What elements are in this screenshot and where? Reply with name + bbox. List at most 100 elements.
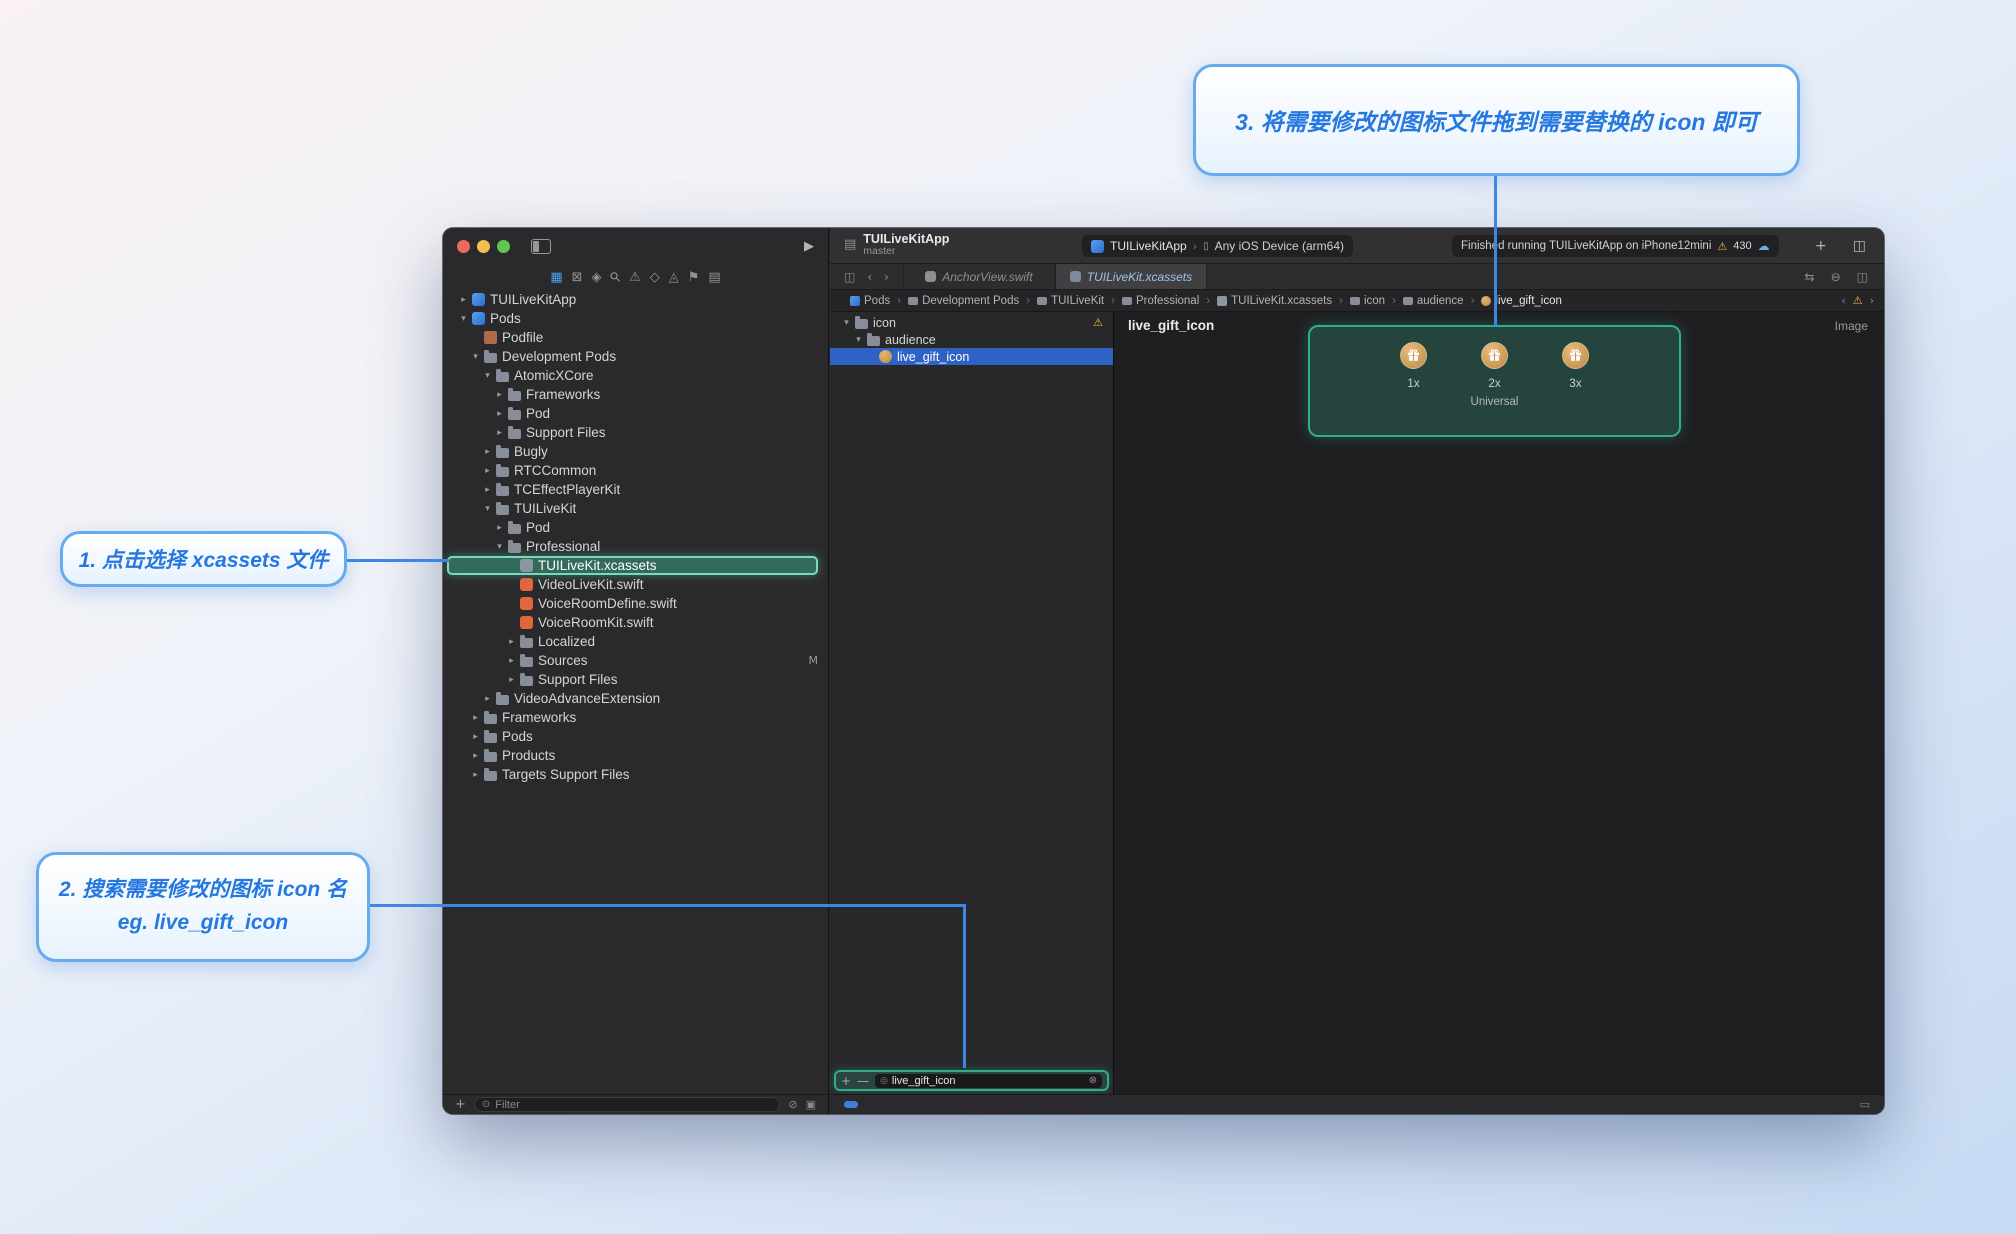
disclosure-chevron-icon[interactable] — [505, 656, 518, 666]
disclosure-chevron-icon[interactable] — [493, 542, 506, 552]
tree-row[interactable]: VideoLiveKit.swift — [443, 575, 828, 594]
disclosure-chevron-icon[interactable] — [505, 637, 518, 647]
minimize-button[interactable] — [477, 240, 490, 253]
tree-row[interactable]: Pod — [443, 404, 828, 423]
tree-row[interactable]: TUILiveKitApp — [443, 290, 828, 309]
disclosure-chevron-icon[interactable] — [469, 732, 482, 742]
tree-row[interactable]: Development Pods — [443, 347, 828, 366]
tree-row[interactable]: Frameworks — [443, 708, 828, 727]
disclosure-chevron-icon[interactable] — [457, 295, 470, 305]
image-slot[interactable]: 3x — [1562, 342, 1589, 390]
asset-row[interactable]: audience — [830, 331, 1113, 348]
image-slot[interactable]: 2x — [1481, 342, 1508, 390]
disclosure-chevron-icon[interactable] — [493, 409, 506, 419]
next-issue-icon[interactable]: › — [1870, 294, 1874, 307]
run-button[interactable]: ▶ — [804, 239, 814, 254]
source-control-icon[interactable]: ⊠ — [572, 271, 583, 284]
tree-row[interactable]: TUILiveKit — [443, 499, 828, 518]
tree-row[interactable]: AtomicXCore — [443, 366, 828, 385]
breadcrumb-item[interactable]: Pods — [850, 295, 890, 307]
library-add-button[interactable]: + — [1815, 238, 1827, 254]
disclosure-chevron-icon[interactable] — [457, 314, 470, 324]
previous-issue-icon[interactable]: ‹ — [1841, 294, 1845, 307]
debug-icon[interactable]: ◬ — [669, 271, 679, 284]
disclosure-chevron-icon[interactable] — [469, 713, 482, 723]
editor-tab[interactable]: TUILiveKit.xcassets — [1055, 264, 1207, 289]
activity-status[interactable]: Finished running TUILiveKitApp on iPhone… — [1452, 235, 1779, 257]
bookmarks-icon[interactable]: ◈ — [592, 271, 602, 284]
breadcrumb-item[interactable]: icon — [1332, 295, 1385, 307]
tree-row[interactable]: Podfile — [443, 328, 828, 347]
breadcrumb-item[interactable]: audience — [1385, 295, 1464, 307]
editor-tab[interactable]: AnchorView.swift — [903, 264, 1055, 289]
sidebar-toggle-icon[interactable] — [531, 239, 551, 254]
tree-row[interactable]: Support Files — [443, 670, 828, 689]
image-slot[interactable]: 1x — [1400, 342, 1427, 390]
navigator-filter-input[interactable]: ⊙ Filter — [474, 1097, 780, 1112]
breadcrumb-item[interactable]: TUILiveKit.xcassets — [1199, 295, 1332, 307]
disclosure-chevron-icon[interactable] — [505, 675, 518, 685]
tree-row[interactable]: Professional — [443, 537, 828, 556]
disclosure-chevron-icon[interactable] — [469, 352, 482, 362]
tree-row[interactable]: Bugly — [443, 442, 828, 461]
tree-row[interactable]: VoiceRoomDefine.swift — [443, 594, 828, 613]
asset-search-input[interactable]: ◎ live_gift_icon ⊗ — [875, 1074, 1102, 1088]
asset-row[interactable]: live_gift_icon — [830, 348, 1113, 365]
back-button[interactable]: ‹ — [867, 270, 872, 284]
issue-warning-icon[interactable]: ⚠ — [1853, 294, 1863, 307]
breadcrumb-item[interactable]: Professional — [1104, 295, 1199, 307]
forward-button[interactable]: › — [884, 270, 889, 284]
add-button[interactable]: + — [455, 1097, 466, 1112]
disclosure-chevron-icon[interactable] — [852, 335, 865, 345]
breadcrumb-item[interactable]: Development Pods — [890, 295, 1019, 307]
find-icon[interactable]: ⚲ — [607, 269, 623, 285]
tree-row[interactable]: Products — [443, 746, 828, 765]
tree-row[interactable]: VideoAdvanceExtension — [443, 689, 828, 708]
tree-row[interactable]: Frameworks — [443, 385, 828, 404]
editor-grid-icon[interactable]: ◫ — [844, 270, 855, 284]
tree-row[interactable]: Sources M — [443, 651, 828, 670]
disclosure-chevron-icon[interactable] — [481, 371, 494, 381]
scheme-selector[interactable]: TUILiveKitApp › ▯ Any iOS Device (arm64) — [1082, 235, 1353, 257]
project-navigator-icon[interactable]: ▦ — [550, 271, 562, 284]
clear-search-icon[interactable]: ⊗ — [1089, 1075, 1097, 1086]
bottom-panel-icon[interactable]: ▭ — [1860, 1098, 1870, 1111]
tree-row[interactable]: TCEffectPlayerKit — [443, 480, 828, 499]
reports-icon[interactable]: ▤ — [708, 271, 720, 284]
tree-row[interactable]: Pods — [443, 309, 828, 328]
tree-row[interactable]: Targets Support Files — [443, 765, 828, 784]
breadcrumb-item[interactable]: TUILiveKit — [1019, 295, 1104, 307]
disclosure-chevron-icon[interactable] — [481, 447, 494, 457]
tree-row[interactable]: Pod — [443, 518, 828, 537]
filter-recent-icon[interactable]: ⊘ — [788, 1098, 797, 1111]
editor-layout-button[interactable]: ◫ — [1853, 238, 1866, 254]
breakpoints-icon[interactable]: ⚑ — [688, 271, 700, 284]
tree-row[interactable]: RTCCommon — [443, 461, 828, 480]
tree-row[interactable]: VoiceRoomKit.swift — [443, 613, 828, 632]
disclosure-chevron-icon[interactable] — [481, 694, 494, 704]
disclosure-chevron-icon[interactable] — [481, 504, 494, 514]
collapse-editor-icon[interactable]: ⊖ — [1831, 270, 1841, 284]
disclosure-chevron-icon[interactable] — [493, 390, 506, 400]
disclosure-chevron-icon[interactable] — [481, 466, 494, 476]
tests-icon[interactable]: ◇ — [650, 271, 660, 284]
filter-scope-icon[interactable]: ▣ — [806, 1098, 816, 1111]
issues-icon[interactable]: ⚠ — [629, 271, 641, 284]
remove-asset-button[interactable]: — — [857, 1075, 869, 1087]
tree-row[interactable]: Pods — [443, 727, 828, 746]
tree-row[interactable]: TUILiveKit.xcassets — [447, 556, 818, 575]
disclosure-chevron-icon[interactable] — [469, 770, 482, 780]
add-asset-button[interactable]: + — [841, 1075, 851, 1087]
close-button[interactable] — [457, 240, 470, 253]
disclosure-chevron-icon[interactable] — [469, 751, 482, 761]
breadcrumb-item[interactable]: live_gift_icon — [1464, 295, 1562, 307]
tree-row[interactable]: Localized — [443, 632, 828, 651]
disclosure-chevron-icon[interactable] — [493, 523, 506, 533]
disclosure-chevron-icon[interactable] — [493, 428, 506, 438]
zoom-button[interactable] — [497, 240, 510, 253]
swap-editor-icon[interactable]: ⇆ — [1805, 270, 1815, 284]
tree-row[interactable]: Support Files — [443, 423, 828, 442]
asset-row[interactable]: icon ⚠ — [830, 314, 1113, 331]
split-editor-icon[interactable]: ◫ — [1857, 270, 1868, 284]
disclosure-chevron-icon[interactable] — [481, 485, 494, 495]
